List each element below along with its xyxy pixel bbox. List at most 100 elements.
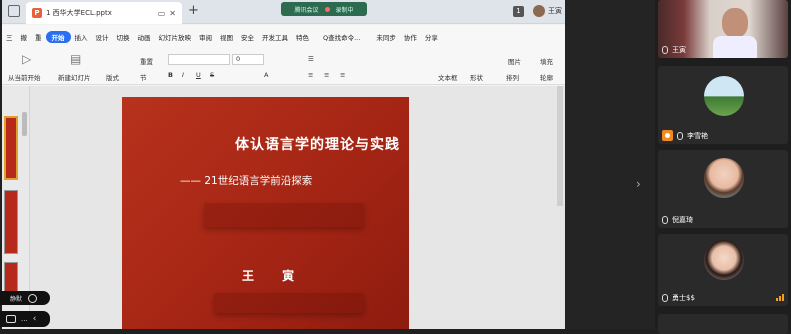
italic-icon[interactable]: I [182,71,184,79]
close-tab-icon[interactable]: ✕ [169,9,176,18]
chat-chip[interactable]: ... ‹ [0,311,50,327]
participant-name: 倪嘉琦 [672,216,693,224]
user-name: 王寅 [548,7,562,15]
chevron-right-icon[interactable]: › [636,177,641,191]
participant-avatar [704,240,744,280]
power-icon [28,293,38,303]
align-right-icon[interactable]: ≡ [340,71,345,79]
chat-icon [6,315,16,323]
mic-icon [677,131,683,140]
menu-design[interactable]: 设计 [92,32,113,42]
menu-developer[interactable]: 开发工具 [258,32,292,42]
collaborate-button[interactable]: 协作 [400,32,421,42]
mic-status-chip[interactable]: 静默 [0,291,50,305]
menu-insert[interactable]: 插入 [71,32,92,42]
document-tab-title: 1 西华大学ECL.pptx [46,9,112,17]
bold-icon[interactable]: B [168,71,173,79]
redo-icon[interactable]: 重 [31,32,46,42]
slide-thumbnail[interactable] [4,190,18,254]
play-icon[interactable]: ▷ [22,52,31,66]
shape-button[interactable]: 形状 [470,72,483,82]
tab-bar: P 1 西华大学ECL.pptx ▭ ✕ + 腾讯会议 录制中 1 王寅 [2,0,565,24]
share-button[interactable]: 分享 [421,32,442,42]
align-left-icon[interactable]: ≡ [308,71,313,79]
mic-status-label: 静默 [10,295,23,303]
participant-tile[interactable] [658,314,788,334]
bullet-list-icon[interactable]: ☰ [308,55,314,63]
layout-button[interactable]: 版式 [106,72,119,82]
slide-thumbnail[interactable] [4,116,18,180]
menu-animation[interactable]: 动画 [134,32,155,42]
mic-icon [662,216,668,224]
section-button[interactable]: 节 [140,72,147,82]
new-slide-button[interactable]: 新建幻灯片 [58,72,91,82]
panel-gap [565,0,657,329]
signal-bars-icon [776,294,784,301]
font-color-icon[interactable]: A [264,71,268,79]
play-from-current-button[interactable]: 从当前开始 [8,72,41,82]
participant-tile[interactable]: 勇士$$ [658,234,788,306]
menu-security[interactable]: 安全 [237,32,258,42]
participant-avatar [704,158,744,198]
new-tab-icon[interactable]: + [188,3,199,18]
participant-name: 勇士$$ [672,294,695,302]
menu-start[interactable]: 开始 [45,31,71,43]
menu-bar: 三 撤 重 开始 插入 设计 切换 动画 幻灯片放映 审阅 视图 安全 开发工具… [2,25,565,49]
outline-button[interactable]: 轮廓 [540,72,553,82]
participant-shirt [713,36,757,58]
align-center-icon[interactable]: ≡ [324,71,329,79]
slide-title[interactable]: 体认语言学的理论与实践 [190,134,400,154]
participant-name-row: 倪嘉琦 [662,215,693,225]
reset-button[interactable]: 重置 [140,56,153,66]
document-tab[interactable]: P 1 西华大学ECL.pptx ▭ ✕ [26,2,182,24]
menu-features[interactable]: 特色 [292,32,313,42]
participant-name-row: 李雪艳 [662,130,708,141]
window-count-badge[interactable]: 1 [513,6,524,17]
participant-tile[interactable]: 倪嘉琦 [658,150,788,228]
ribbon-toolbar: ▷ 从当前开始 ▤ 新建幻灯片 版式 节 重置 0 B I U S A ≡ ≡ … [2,49,565,85]
editor-scrollbar[interactable] [557,86,563,206]
underline-icon[interactable]: U [196,71,201,79]
participant-name: 王寅 [672,46,686,54]
screen-icon[interactable]: ▭ [158,9,166,18]
thumbnail-scrollbar[interactable] [22,112,27,136]
slide-canvas[interactable]: 体认语言学的理论与实践 —— 21世纪语言学前沿探索 王 寅 [122,97,409,329]
font-size-select[interactable]: 0 [232,54,264,65]
font-family-select[interactable] [168,54,230,65]
title-shadow-box [204,203,364,227]
participant-name-row: 王寅 [662,45,686,55]
participant-face [722,8,748,38]
mic-icon [662,46,668,54]
new-slide-icon[interactable]: ▤ [70,52,81,66]
participant-name-row: 勇士$$ [662,293,695,303]
record-dot-icon [324,6,330,12]
undo-icon[interactable]: 撤 [17,32,32,42]
meeting-app-label: 腾讯会议 [294,6,319,14]
menu-view[interactable]: 视图 [216,32,237,42]
user-avatar[interactable] [533,5,545,17]
menu-transition[interactable]: 切换 [113,32,134,42]
participant-tile[interactable]: 王寅 [658,0,788,58]
participant-avatar [704,76,744,116]
home-icon[interactable] [8,5,20,17]
search-command[interactable]: Q查找命令... [319,32,364,42]
arrange-button[interactable]: 排列 [506,72,519,82]
chevron-left-icon[interactable]: ‹ [33,314,37,324]
fill-button[interactable]: 填充 [540,56,553,66]
menu-slideshow[interactable]: 幻灯片放映 [155,32,196,42]
picture-button[interactable]: 图片 [508,56,521,66]
menu-file-icon[interactable]: 三 [2,32,17,42]
sync-status[interactable]: 未同步 [372,32,400,42]
participant-name: 李雪艳 [687,131,708,140]
participant-panel: 王寅 李雪艳 倪嘉琦 勇士$$ [655,0,791,334]
author-shadow-box [214,293,364,313]
textbox-button[interactable]: 文本框 [438,72,458,82]
slide-subtitle[interactable]: —— 21世纪语言学前沿探索 [180,173,385,188]
ppt-file-icon: P [32,8,42,18]
menu-review[interactable]: 审阅 [195,32,216,42]
strikethrough-icon[interactable]: S [210,71,214,79]
meeting-recording-pill[interactable]: 腾讯会议 录制中 [281,2,367,16]
mic-icon [662,294,668,302]
participant-tile[interactable]: 李雪艳 [658,66,788,144]
slide-author[interactable]: 王 寅 [242,267,306,284]
